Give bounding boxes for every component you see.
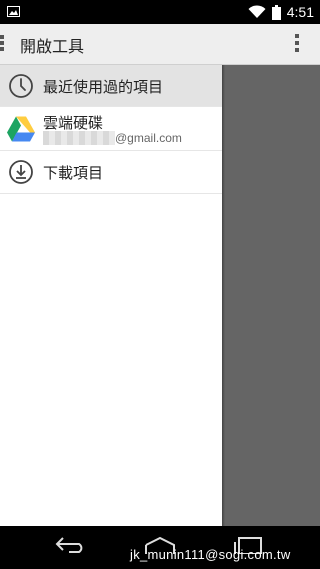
google-drive-icon xyxy=(7,116,35,142)
account-email: @gmail.com xyxy=(43,131,182,145)
status-time: 4:51 xyxy=(286,4,314,20)
drawer-item-drive[interactable]: 雲端硬碟 @gmail.com xyxy=(0,107,222,151)
drawer-item-label: 下載項目 xyxy=(43,164,104,182)
content-area: 最近使用過的項目 雲端硬碟 @gmail.com 下載項目 xyxy=(0,65,320,526)
drawer-item-recent[interactable]: 最近使用過的項目 xyxy=(0,65,222,107)
download-icon xyxy=(9,160,33,184)
redacted-username xyxy=(43,131,115,145)
watermark-text: jk_munin111@sogi.com.tw xyxy=(130,547,291,562)
status-bar: 4:51 xyxy=(0,0,320,24)
action-bar: 開啟工具 xyxy=(0,24,320,65)
status-right-cluster: 4:51 xyxy=(248,0,314,24)
drawer-item-label: 最近使用過的項目 xyxy=(43,78,164,96)
page-title: 開啟工具 xyxy=(20,37,85,56)
drawer-scrim[interactable] xyxy=(222,65,320,526)
wifi-icon xyxy=(248,5,266,18)
image-notification-icon xyxy=(7,6,20,17)
overflow-menu-button[interactable] xyxy=(294,34,300,56)
back-icon[interactable] xyxy=(55,536,87,554)
drawer-shadow xyxy=(222,65,225,526)
navigation-drawer: 最近使用過的項目 雲端硬碟 @gmail.com 下載項目 xyxy=(0,65,222,526)
drawer-item-label: 雲端硬碟 xyxy=(43,114,104,132)
drawer-item-downloads[interactable]: 下載項目 xyxy=(0,151,222,194)
drawer-toggle-icon[interactable] xyxy=(0,35,5,53)
email-domain: @gmail.com xyxy=(115,131,182,145)
battery-icon xyxy=(271,4,281,20)
clock-icon xyxy=(9,74,33,98)
